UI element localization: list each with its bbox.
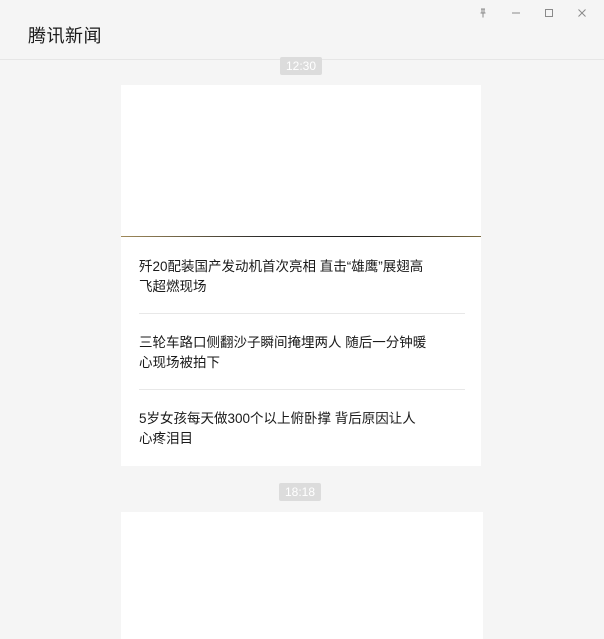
window-controls bbox=[466, 4, 598, 22]
news-cover-image[interactable] bbox=[121, 85, 481, 236]
news-window: 腾讯新闻 12:30 歼20配装国产发动机首次亮相 直击“雄鹰”展翅高飞超燃现场… bbox=[0, 0, 604, 639]
minimize-button[interactable] bbox=[499, 4, 532, 22]
news-card: 歼20配装国产发动机首次亮相 直击“雄鹰”展翅高飞超燃现场 三轮车路口侧翻沙子瞬… bbox=[121, 85, 481, 466]
title-bar[interactable]: 腾讯新闻 bbox=[0, 0, 604, 60]
news-title: 三轮车路口侧翻沙子瞬间掩埋两人 随后一分钟暖心现场被拍下 bbox=[139, 335, 427, 370]
maximize-button[interactable] bbox=[532, 4, 565, 22]
news-title: 歼20配装国产发动机首次亮相 直击“雄鹰”展翅高飞超燃现场 bbox=[139, 259, 424, 294]
timestamp-badge: 18:18 bbox=[279, 483, 322, 501]
news-title: 5岁女孩每天做300个以上俯卧撑 背后原因让人心疼泪目 bbox=[139, 411, 416, 446]
timestamp-badge: 12:30 bbox=[280, 57, 323, 75]
pin-button[interactable] bbox=[466, 4, 499, 22]
news-divider bbox=[139, 313, 465, 314]
pin-icon bbox=[478, 8, 488, 18]
app-title: 腾讯新闻 bbox=[28, 26, 102, 46]
news-divider bbox=[139, 389, 465, 390]
cover-divider bbox=[121, 236, 481, 237]
maximize-icon bbox=[544, 8, 554, 18]
close-button[interactable] bbox=[565, 4, 598, 22]
news-card[interactable] bbox=[121, 512, 483, 639]
news-item[interactable]: 歼20配装国产发动机首次亮相 直击“雄鹰”展翅高飞超燃现场 bbox=[139, 257, 465, 297]
minimize-icon bbox=[511, 8, 521, 18]
news-item[interactable]: 5岁女孩每天做300个以上俯卧撑 背后原因让人心疼泪目 bbox=[139, 409, 465, 449]
close-icon bbox=[577, 8, 587, 18]
news-item[interactable]: 三轮车路口侧翻沙子瞬间掩埋两人 随后一分钟暖心现场被拍下 bbox=[139, 333, 465, 373]
